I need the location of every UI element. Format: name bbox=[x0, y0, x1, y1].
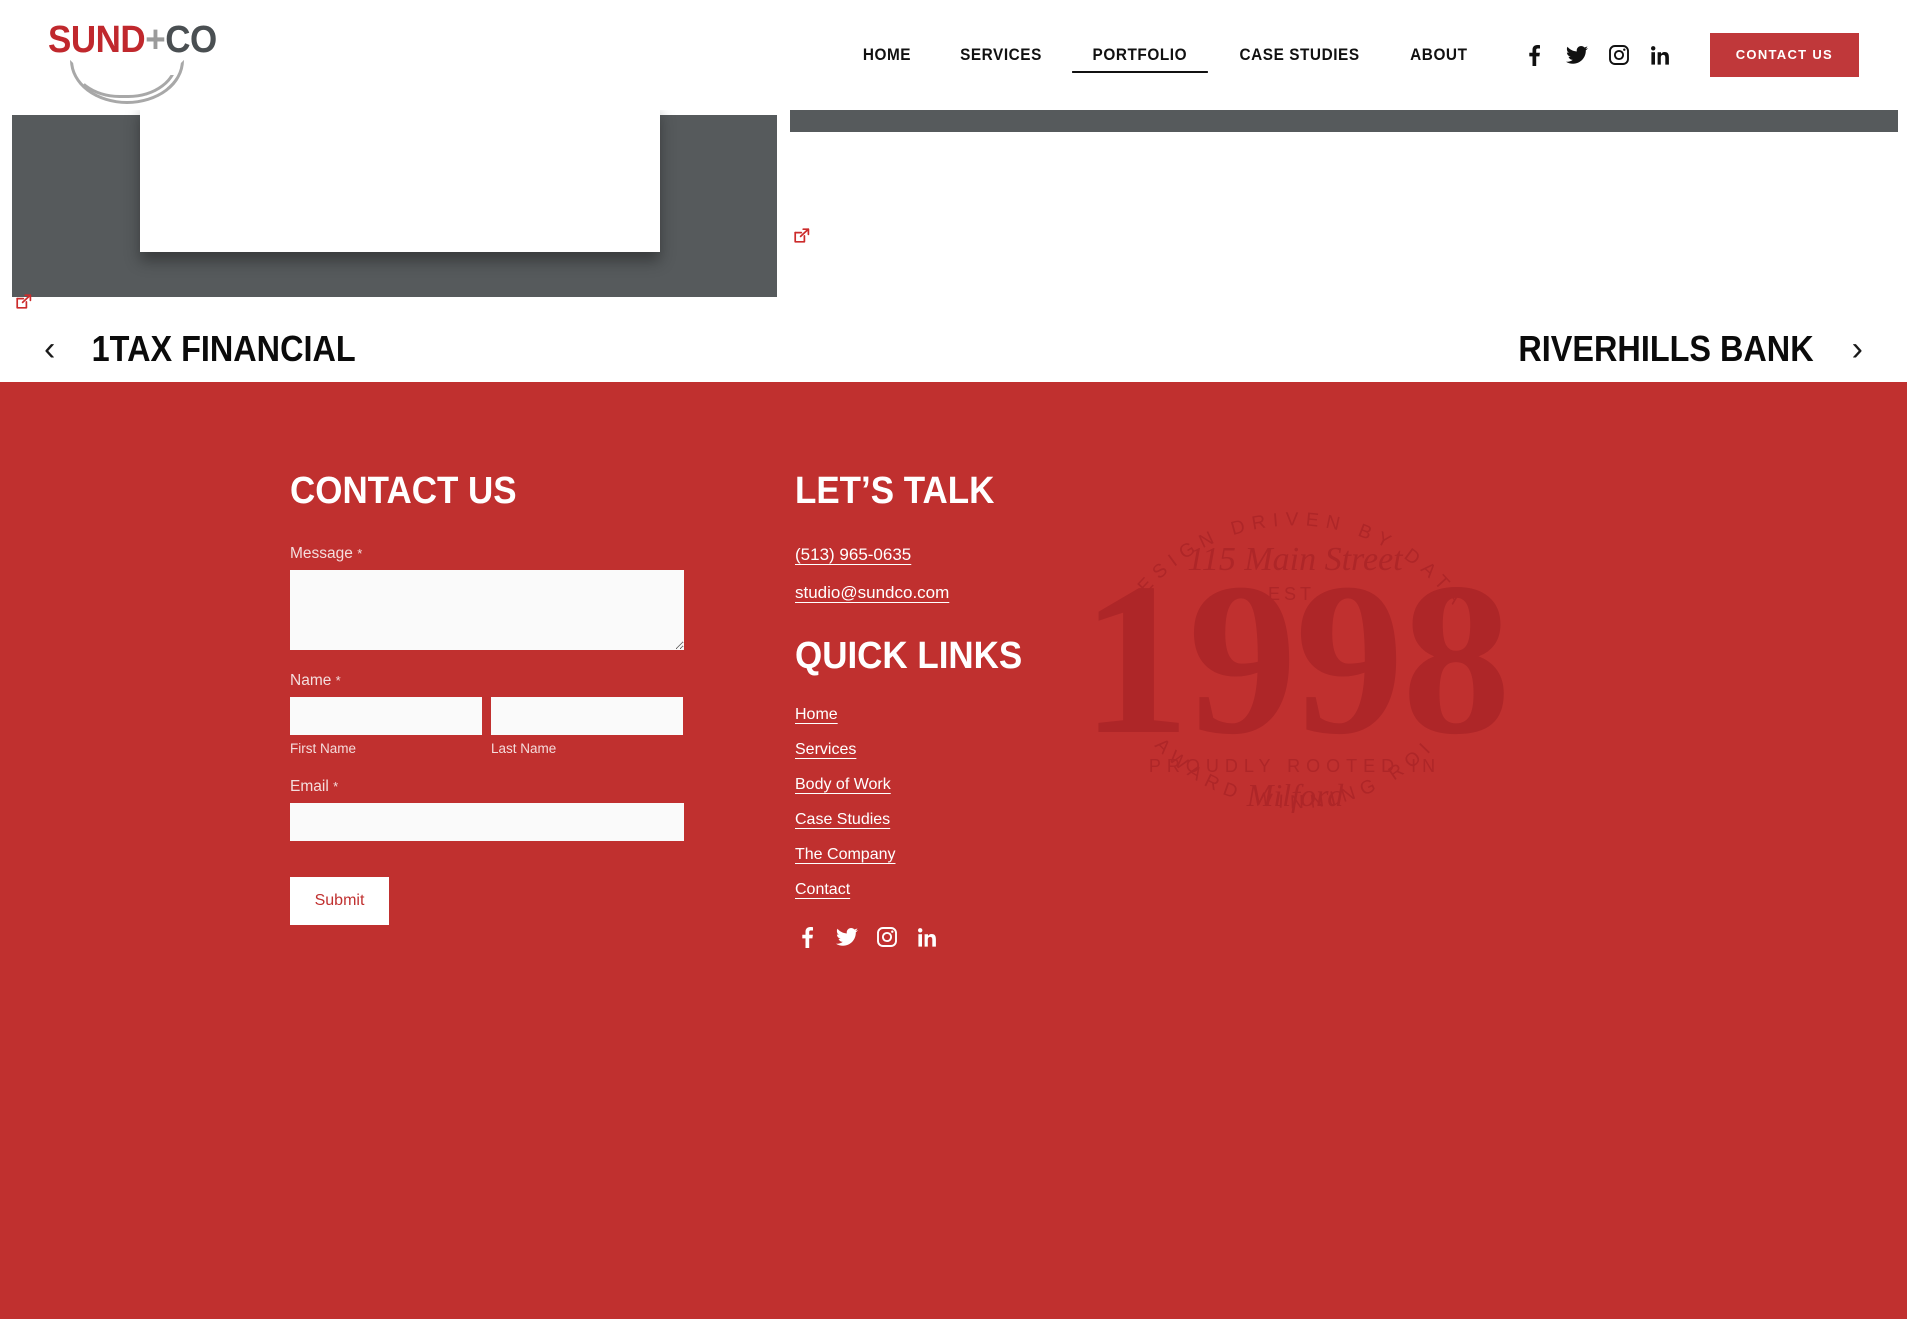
email-input[interactable] bbox=[290, 803, 684, 841]
nav-item-case-studies[interactable]: CASE STUDIES bbox=[1219, 38, 1380, 73]
email-label-text: Email bbox=[290, 778, 329, 795]
name-label: Name * bbox=[290, 672, 795, 690]
logo-co: CO bbox=[165, 19, 217, 61]
quick-link-services[interactable]: Services bbox=[795, 741, 856, 759]
chevron-left-icon: ‹ bbox=[44, 330, 56, 368]
nav-item-portfolio[interactable]: PORTFOLIO bbox=[1072, 38, 1208, 73]
last-name-input[interactable] bbox=[491, 697, 683, 735]
nav-item-services[interactable]: SERVICES bbox=[940, 38, 1063, 73]
facebook-icon[interactable] bbox=[795, 925, 819, 949]
twitter-icon[interactable] bbox=[1556, 39, 1598, 71]
external-link-icon[interactable] bbox=[14, 292, 34, 312]
portfolio-strip: ‹ 1TAX FINANCIAL RIVERHILLS BANK › bbox=[0, 105, 1907, 382]
portfolio-thumbnail-right[interactable] bbox=[790, 110, 1898, 132]
header-social-links bbox=[1514, 39, 1682, 71]
portfolio-next-link[interactable]: RIVERHILLS BANK › bbox=[1502, 328, 1863, 370]
first-name-cell: First Name bbox=[290, 697, 482, 756]
name-label-text: Name bbox=[290, 672, 332, 689]
main-navigation: HOME SERVICES PORTFOLIO CASE STUDIES ABO… bbox=[839, 0, 1859, 110]
first-name-input[interactable] bbox=[290, 697, 482, 735]
logo-smile-arc bbox=[70, 60, 184, 104]
quick-links-heading: QUICK LINKS bbox=[795, 635, 1023, 677]
message-field-block: Message * bbox=[290, 545, 795, 650]
quick-link-case-studies[interactable]: Case Studies bbox=[795, 811, 890, 829]
nav-links: HOME SERVICES PORTFOLIO CASE STUDIES ABO… bbox=[839, 38, 1491, 73]
first-name-sublabel: First Name bbox=[290, 741, 357, 756]
email-label: Email * bbox=[290, 778, 795, 796]
quick-link-contact[interactable]: Contact bbox=[795, 881, 850, 899]
message-label-text: Message bbox=[290, 545, 353, 562]
message-input[interactable] bbox=[290, 570, 684, 650]
portfolio-next-title: RIVERHILLS BANK bbox=[1518, 328, 1814, 369]
last-name-cell: Last Name bbox=[491, 697, 683, 756]
portfolio-prev-link[interactable]: ‹ 1TAX FINANCIAL bbox=[44, 328, 371, 370]
portfolio-thumbnail-left[interactable] bbox=[12, 105, 777, 297]
email-field-block: Email * bbox=[290, 778, 795, 841]
linkedin-icon[interactable] bbox=[1640, 39, 1682, 71]
logo-text: SUND+CO bbox=[48, 19, 217, 61]
nav-item-about[interactable]: ABOUT bbox=[1390, 38, 1488, 73]
name-field-block: Name * First Name Last Name bbox=[290, 672, 795, 756]
portfolio-pager: ‹ 1TAX FINANCIAL RIVERHILLS BANK › bbox=[0, 316, 1907, 382]
name-row: First Name Last Name bbox=[290, 697, 795, 756]
logo-plus: + bbox=[145, 19, 166, 61]
header-contact-us-button[interactable]: CONTACT US bbox=[1709, 33, 1859, 77]
footer-section: DESIGN DRIVEN BY DATA AWARD WINNING ROI … bbox=[0, 382, 1907, 1319]
footer-links-column: LET’S TALK (513) 965-0635 studio@sundco.… bbox=[795, 470, 1195, 949]
portfolio-prev-title: 1TAX FINANCIAL bbox=[91, 328, 356, 369]
external-link-icon[interactable] bbox=[792, 226, 812, 246]
footer-columns: CONTACT US Message * Name * First Name L… bbox=[0, 382, 1907, 949]
twitter-icon[interactable] bbox=[835, 925, 859, 949]
required-mark: * bbox=[333, 779, 339, 794]
submit-button[interactable]: Submit bbox=[290, 877, 389, 925]
quick-link-body-of-work[interactable]: Body of Work bbox=[795, 776, 891, 794]
site-header: SUND+CO HOME SERVICES PORTFOLIO CASE STU… bbox=[0, 0, 1907, 110]
quick-link-the-company[interactable]: The Company bbox=[795, 846, 896, 864]
required-mark: * bbox=[335, 673, 341, 688]
message-label: Message * bbox=[290, 545, 795, 563]
phone-link[interactable]: (513) 965-0635 bbox=[795, 545, 911, 565]
lets-talk-heading: LET’S TALK bbox=[795, 470, 995, 512]
last-name-sublabel: Last Name bbox=[491, 741, 557, 756]
instagram-icon[interactable] bbox=[1598, 39, 1640, 71]
chevron-right-icon: › bbox=[1851, 330, 1863, 368]
linkedin-icon[interactable] bbox=[915, 925, 939, 949]
facebook-icon[interactable] bbox=[1514, 39, 1556, 71]
logo-sund: SUND bbox=[48, 19, 146, 61]
portfolio-thumbnail-left-overlay bbox=[140, 105, 660, 252]
instagram-icon[interactable] bbox=[875, 925, 899, 949]
site-logo[interactable]: SUND+CO bbox=[48, 19, 218, 104]
quick-link-home[interactable]: Home bbox=[795, 706, 838, 724]
contact-us-heading: CONTACT US bbox=[290, 470, 517, 512]
footer-social-links bbox=[795, 925, 1195, 949]
footer-contact-column: CONTACT US Message * Name * First Name L… bbox=[290, 470, 795, 949]
required-mark: * bbox=[357, 546, 363, 561]
nav-item-home[interactable]: HOME bbox=[843, 38, 932, 73]
email-link[interactable]: studio@sundco.com bbox=[795, 583, 949, 603]
